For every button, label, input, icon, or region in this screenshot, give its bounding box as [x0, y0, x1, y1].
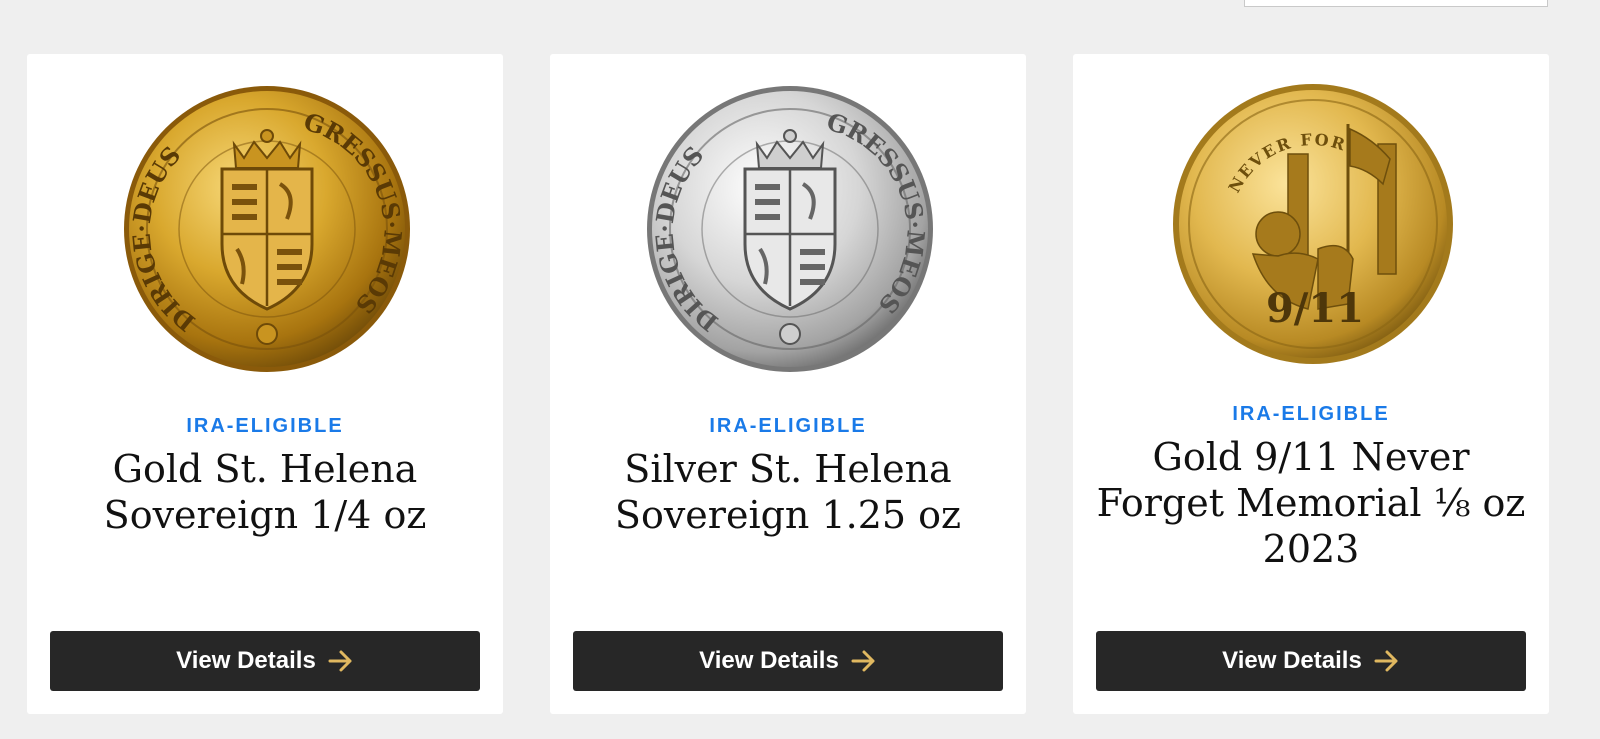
view-details-button[interactable]: View Details: [50, 631, 480, 691]
product-title[interactable]: Gold St. Helena Sovereign 1/4 oz: [47, 446, 483, 538]
gold-sovereign-coin-icon[interactable]: DIRIGE·DEUS GRESSUS·MEOS: [122, 84, 412, 374]
ira-eligible-badge: IRA-ELIGIBLE: [709, 415, 867, 437]
product-listing-page: DIRIGE·DEUS GRESSUS·MEOS IRA-ELIGIBLE Go…: [0, 0, 1600, 739]
svg-text:9/11: 9/11: [1266, 285, 1364, 332]
arrow-right-icon: [851, 649, 877, 673]
view-details-label: View Details: [699, 647, 839, 674]
view-details-button[interactable]: View Details: [1096, 631, 1526, 691]
product-title[interactable]: Silver St. Helena Sovereign 1.25 oz: [570, 446, 1006, 538]
product-card[interactable]: DIRIGE·DEUS GRESSUS·MEOS: [27, 54, 503, 714]
view-details-button[interactable]: View Details: [573, 631, 1003, 691]
silver-sovereign-coin-icon[interactable]: DIRIGE·DEUS GRESSUS·MEOS: [645, 84, 935, 374]
view-details-label: View Details: [176, 647, 316, 674]
product-card[interactable]: DIRIGE·DEUS GRESSUS·MEOS: [550, 54, 1026, 714]
gold-memorial-coin-icon[interactable]: NEVER FORGET 9/11: [1168, 84, 1458, 374]
arrow-right-icon: [1374, 649, 1400, 673]
product-info: IRA-ELIGIBLE Gold 9/11 Never Forget Memo…: [1093, 402, 1529, 572]
product-card[interactable]: NEVER FORGET 9/11 IRA-ELIGIBLE: [1073, 54, 1549, 714]
product-info: IRA-ELIGIBLE Gold St. Helena Sovereign 1…: [47, 414, 483, 538]
view-details-label: View Details: [1222, 647, 1362, 674]
ira-eligible-badge: IRA-ELIGIBLE: [1232, 403, 1390, 425]
product-info: IRA-ELIGIBLE Silver St. Helena Sovereign…: [570, 414, 1006, 538]
sort-dropdown[interactable]: [1244, 0, 1548, 7]
arrow-right-icon: [328, 649, 354, 673]
ira-eligible-badge: IRA-ELIGIBLE: [186, 415, 344, 437]
product-title[interactable]: Gold 9/11 Never Forget Memorial ⅛ oz 202…: [1093, 434, 1529, 572]
